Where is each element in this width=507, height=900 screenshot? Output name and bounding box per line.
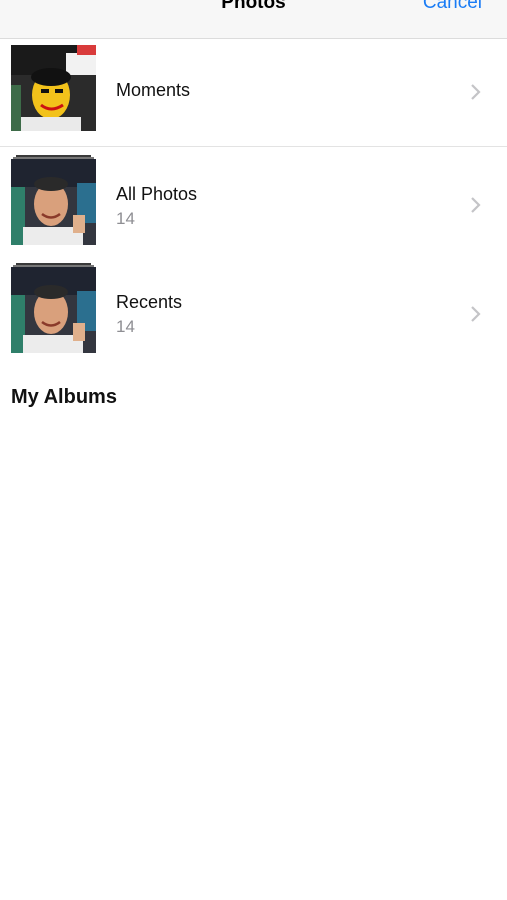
chevron-right-icon [471,84,481,100]
album-row-all-photos[interactable]: All Photos 14 [0,147,507,255]
my-albums-heading: My Albums [11,386,117,408]
album-count: 14 [116,317,135,336]
album-label: All Photos [116,184,198,204]
navigation-bar: Photos Cancel [0,0,507,39]
all-photos-thumbnail [11,155,96,245]
moments-thumbnail [11,45,96,131]
album-label: Moments [116,80,191,100]
recents-thumbnail [11,263,96,353]
chevron-right-icon [471,306,481,322]
album-label: Recents [116,292,183,312]
album-row-moments[interactable]: Moments [0,39,507,146]
album-count: 14 [116,209,135,228]
album-row-recents[interactable]: Recents 14 [0,255,507,365]
cancel-button[interactable]: Cancel [423,0,482,14]
chevron-right-icon [471,197,481,213]
